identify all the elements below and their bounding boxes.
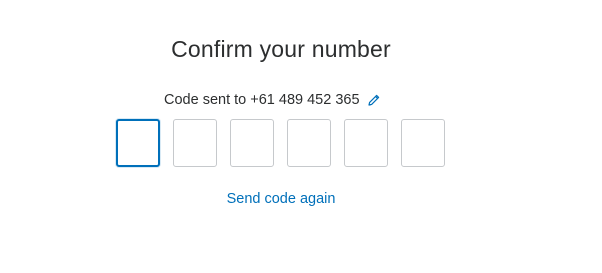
confirm-number-page: Confirm your number Code sent to +61 489…	[0, 0, 602, 273]
code-digit-6[interactable]	[401, 119, 445, 167]
code-digit-2[interactable]	[173, 119, 217, 167]
code-digit-5[interactable]	[344, 119, 388, 167]
code-input-group	[116, 119, 445, 167]
pencil-icon[interactable]	[366, 92, 382, 108]
code-sent-text: Code sent to +61 489 452 365	[164, 92, 360, 108]
code-sent-row: Code sent to +61 489 452 365	[164, 90, 382, 110]
page-title: Confirm your number	[171, 36, 391, 62]
code-digit-3[interactable]	[230, 119, 274, 167]
code-digit-1[interactable]	[116, 119, 160, 167]
send-code-again-link[interactable]: Send code again	[0, 191, 562, 207]
code-digit-4[interactable]	[287, 119, 331, 167]
